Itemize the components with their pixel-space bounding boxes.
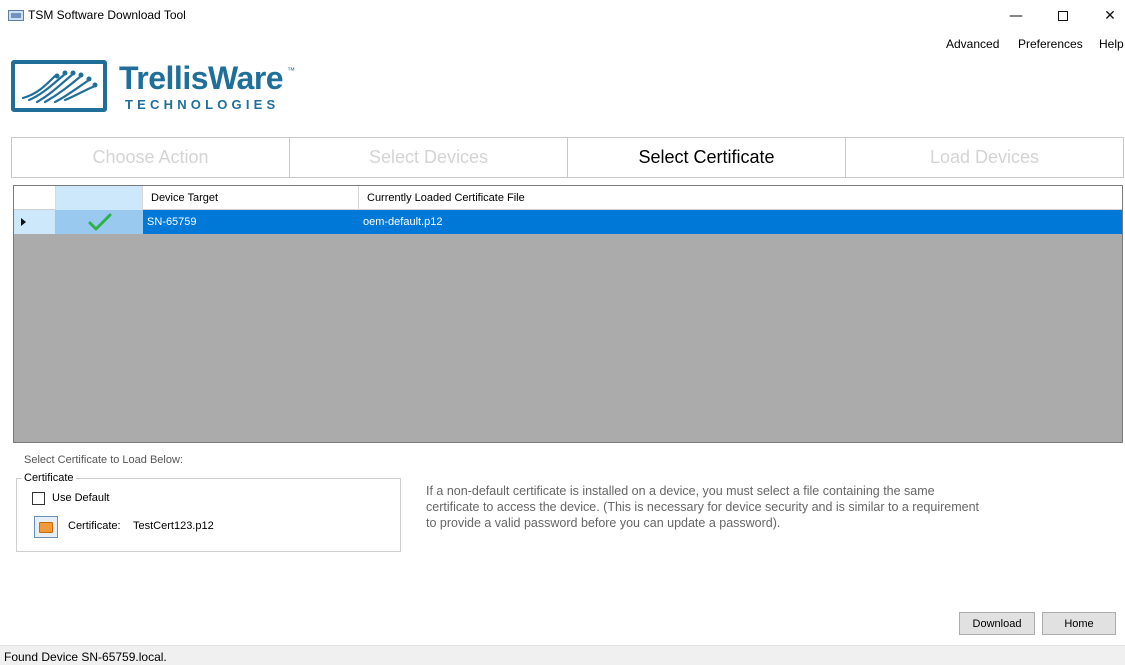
- certificate-value: TestCert123.p12: [133, 520, 214, 532]
- use-default-checkbox[interactable]: [32, 492, 45, 505]
- maximize-icon: [1058, 11, 1068, 21]
- browse-certificate-button[interactable]: [34, 516, 58, 538]
- trademark-symbol: ™: [287, 66, 295, 75]
- folder-icon: [39, 521, 53, 533]
- certificate-info-text: If a non-default certificate is installe…: [426, 484, 979, 530]
- close-icon: ✕: [1104, 8, 1116, 24]
- certificate-caption: Select Certificate to Load Below:: [24, 454, 183, 466]
- table-row[interactable]: SN-65759 oem-default.p12: [14, 210, 1122, 234]
- column-header-device-target[interactable]: Device Target: [143, 186, 359, 210]
- status-text: Found Device SN-65759.local.: [4, 650, 167, 664]
- status-bar: Found Device SN-65759.local.: [0, 645, 1125, 665]
- checkbox-column-header[interactable]: [56, 186, 143, 210]
- menu-advanced[interactable]: Advanced: [946, 37, 999, 51]
- certificate-group: [16, 478, 401, 552]
- row-check-cell[interactable]: [56, 210, 143, 234]
- step-select-devices[interactable]: Select Devices: [290, 138, 568, 177]
- menu-preferences[interactable]: Preferences: [1018, 37, 1083, 51]
- minimize-button[interactable]: —: [996, 4, 1036, 28]
- app-icon: [8, 10, 24, 21]
- maximize-button[interactable]: [1043, 4, 1083, 28]
- row-selector[interactable]: [14, 210, 56, 234]
- brand-subtitle: TECHNOLOGIES: [125, 97, 280, 112]
- menu-help[interactable]: Help: [1099, 37, 1124, 51]
- logo-emblem-icon: [11, 60, 107, 112]
- row-header-corner: [14, 186, 56, 210]
- download-button[interactable]: Download: [959, 612, 1035, 635]
- use-default-label[interactable]: Use Default: [52, 492, 109, 504]
- brand-name: TrellisWare: [119, 60, 284, 96]
- grid-header: Device Target Currently Loaded Certifica…: [14, 186, 1122, 210]
- cell-certificate-file: oem-default.p12: [363, 216, 443, 228]
- step-select-certificate[interactable]: Select Certificate: [568, 138, 846, 177]
- column-header-certificate-file[interactable]: Currently Loaded Certificate File: [359, 186, 1122, 210]
- close-button[interactable]: ✕: [1090, 4, 1125, 28]
- wizard-steps: Choose Action Select Devices Select Cert…: [11, 137, 1124, 178]
- cell-device-target: SN-65759: [147, 216, 197, 228]
- minimize-icon: —: [1009, 8, 1023, 24]
- title-bar: TSM Software Download Tool — ✕: [0, 0, 1125, 32]
- device-grid[interactable]: Device Target Currently Loaded Certifica…: [13, 185, 1123, 443]
- step-choose-action[interactable]: Choose Action: [12, 138, 290, 177]
- window-title: TSM Software Download Tool: [28, 8, 186, 22]
- certificate-label: Certificate:: [68, 520, 121, 532]
- certificate-group-label: Certificate: [22, 472, 76, 484]
- home-button[interactable]: Home: [1042, 612, 1116, 635]
- checkmark-icon: [88, 213, 111, 231]
- step-load-devices[interactable]: Load Devices: [846, 138, 1123, 177]
- row-pointer-icon: [21, 218, 26, 226]
